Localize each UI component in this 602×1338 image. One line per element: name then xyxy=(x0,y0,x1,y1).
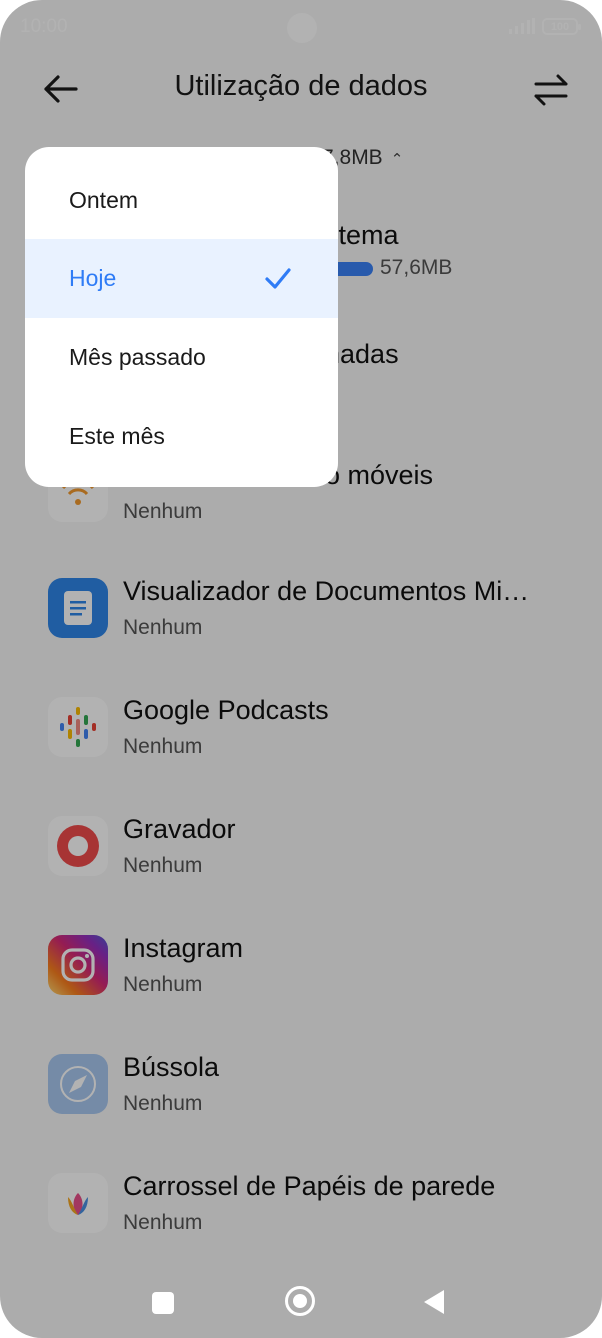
recents-icon[interactable] xyxy=(152,1292,174,1314)
menu-item-yesterday[interactable]: Ontem xyxy=(25,161,338,240)
menu-item-label: Hoje xyxy=(69,265,117,291)
home-icon[interactable] xyxy=(285,1286,315,1316)
system-nav-bar xyxy=(0,1270,602,1338)
menu-item-label: Ontem xyxy=(69,187,139,213)
back-triangle-icon[interactable] xyxy=(424,1290,444,1314)
period-dropdown-menu: Ontem Hoje Mês passado Este mês xyxy=(25,147,338,487)
menu-item-this-month[interactable]: Este mês xyxy=(25,397,338,476)
menu-item-today[interactable]: Hoje xyxy=(25,239,338,318)
checkmark-icon xyxy=(265,268,291,289)
phone-screen: 10:00 100 Utilização de dados 7,8MB ⌃ ste… xyxy=(0,0,602,1338)
menu-item-last-month[interactable]: Mês passado xyxy=(25,318,338,397)
menu-item-label: Este mês xyxy=(69,423,165,449)
menu-item-label: Mês passado xyxy=(69,344,206,370)
